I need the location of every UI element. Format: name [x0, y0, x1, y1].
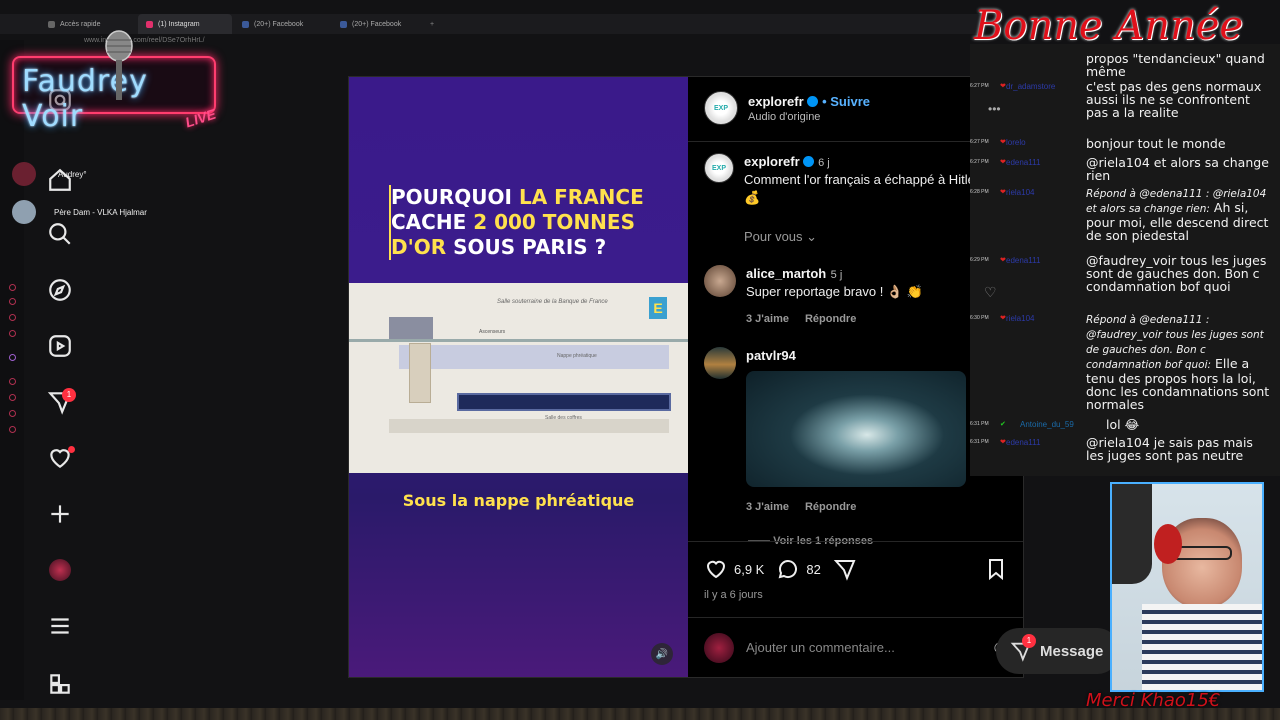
verified-icon: [802, 156, 814, 167]
message-badge: 1: [1022, 634, 1036, 648]
vault-room: [457, 393, 671, 411]
comment: patvlr94 3 J'aime Répondre: [704, 347, 966, 515]
tab-facebook-2[interactable]: (20+) Facebook: [332, 14, 409, 34]
create-icon[interactable]: [44, 498, 76, 530]
viewer-entry: Audrey°: [12, 162, 87, 186]
share-icon[interactable]: [833, 557, 857, 581]
avatar[interactable]: [704, 265, 736, 297]
address-bar[interactable]: www.instagram.com/reel/DSe7OrhHrL/: [20, 34, 350, 48]
menu-icon[interactable]: [44, 610, 76, 642]
more-options-icon[interactable]: •••: [988, 102, 1001, 116]
stream-chat: propos "tendancieux" quand même 6:27 PM ❤…: [970, 44, 1280, 476]
webcam-feed: [1110, 482, 1264, 692]
side-panel-dot[interactable]: [9, 298, 16, 305]
post-date: il y a 6 jours: [704, 589, 763, 601]
avatar: [12, 200, 36, 224]
caption: EXP explorefr 6 j Comment l'or français …: [704, 153, 1006, 207]
video-subtitle: Sous la nappe phréatique: [402, 491, 635, 510]
ground-line: [349, 339, 688, 342]
reels-icon[interactable]: [44, 330, 76, 362]
side-panel-strip: [0, 40, 24, 700]
add-comment-bar: Ajouter un commentaire... ☺: [688, 617, 1023, 677]
comment-icon[interactable]: [776, 557, 800, 581]
post-header: EXP explorefr • Suivre Audio d'origine: [704, 91, 870, 125]
bottom-border: [0, 708, 1280, 720]
divider: [688, 541, 1023, 542]
grid-icon: [48, 20, 55, 28]
avatar[interactable]: [704, 347, 736, 379]
unread-dot: [68, 446, 75, 453]
side-panel-dot[interactable]: [9, 314, 16, 321]
comment-input[interactable]: Ajouter un commentaire...: [746, 640, 895, 655]
facebook-icon: [340, 20, 347, 28]
post-actions: 6,9 K 82: [704, 557, 857, 581]
screen: Accès rapide (1) Instagram (20+) Faceboo…: [0, 0, 1280, 720]
facebook-icon: [242, 20, 249, 28]
volume-icon[interactable]: 🔊: [651, 643, 673, 665]
badge-icon: ✔: [1000, 421, 1006, 428]
instagram-post: POURQUOI LA FRANCE CACHE 2 000 TONNES D'…: [348, 76, 1024, 678]
author-name[interactable]: explorefr: [748, 94, 804, 109]
heart-icon: ❤: [1000, 159, 1006, 166]
heart-outline-icon[interactable]: ♡: [984, 284, 997, 301]
elevator-shaft: [409, 343, 431, 403]
chair-back: [1112, 484, 1152, 584]
side-panel-dot[interactable]: [9, 394, 16, 401]
foundation: [389, 419, 669, 433]
message-button[interactable]: Message: [996, 628, 1120, 674]
caption-text: Comment l'or français a échappé à Hitler…: [744, 172, 990, 205]
heart-icon: ❤: [1000, 439, 1006, 446]
tab-quick-access[interactable]: Accès rapide: [40, 14, 108, 34]
water-table-band: [399, 345, 669, 369]
tab-instagram[interactable]: (1) Instagram: [138, 14, 232, 34]
side-panel-dot[interactable]: [9, 330, 16, 337]
verified-icon: [806, 96, 818, 107]
for-you-dropdown[interactable]: Pour vous ⌄: [744, 229, 817, 245]
instagram-icon: [146, 20, 153, 28]
comment-count: 82: [806, 561, 821, 577]
avatar[interactable]: EXP: [704, 153, 734, 183]
bookmark-icon[interactable]: [984, 557, 1008, 581]
comment: alice_martoh 5 j Super reportage bravo !…: [704, 265, 923, 327]
explorefr-logo-icon: E: [649, 297, 667, 319]
avatar[interactable]: EXP: [704, 91, 738, 125]
like-count[interactable]: 6,9 K: [734, 562, 764, 577]
headphone-icon: [1154, 524, 1182, 564]
comment-image[interactable]: [746, 371, 966, 487]
heart-icon: ❤: [1000, 315, 1006, 322]
bonne-annee-banner: Bonne Année: [974, 3, 1244, 49]
side-panel-dot[interactable]: [9, 378, 16, 385]
striped-shirt: [1142, 604, 1262, 690]
notification-badge: 1: [62, 388, 76, 402]
apps-icon[interactable]: [44, 668, 76, 700]
vault-diagram: Salle souterraine de la Banque de France…: [349, 283, 688, 473]
side-panel-dot[interactable]: [9, 426, 16, 433]
avatar: [49, 559, 71, 581]
audio-label[interactable]: Audio d'origine: [748, 111, 870, 123]
microphone-icon: [105, 30, 133, 100]
avatar: [12, 162, 36, 186]
explore-icon[interactable]: [44, 274, 76, 306]
heart-icon: ❤: [1000, 257, 1006, 264]
chevron-down-icon: ⌄: [806, 229, 818, 244]
heart-icon: ❤: [1000, 189, 1006, 196]
browser-tab-bar: Accès rapide (1) Instagram (20+) Faceboo…: [0, 14, 980, 34]
new-tab-button[interactable]: +: [422, 14, 442, 34]
side-panel-dot[interactable]: [9, 410, 16, 417]
viewer-entry: Père Dam - VLKA Hjalmar: [12, 200, 147, 224]
video-title: POURQUOI LA FRANCE CACHE 2 000 TONNES D'…: [389, 185, 661, 260]
heart-icon: ❤: [1000, 139, 1006, 146]
tab-facebook-1[interactable]: (20+) Facebook: [234, 14, 311, 34]
heart-icon: ❤: [1000, 83, 1006, 90]
side-panel-dot[interactable]: [9, 284, 16, 291]
follow-button[interactable]: • Suivre: [822, 94, 870, 109]
reel-video[interactable]: POURQUOI LA FRANCE CACHE 2 000 TONNES D'…: [349, 77, 688, 677]
profile-icon[interactable]: [44, 554, 76, 586]
like-icon[interactable]: [704, 557, 728, 581]
building-shape: [389, 317, 433, 339]
avatar: [704, 632, 734, 663]
side-panel-dot[interactable]: [9, 354, 16, 361]
